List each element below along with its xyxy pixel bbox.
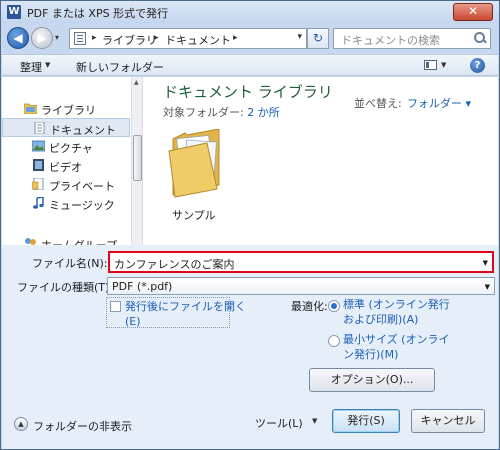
filetype-dropdown-icon[interactable]: ▼ bbox=[485, 283, 490, 291]
view-dropdown-icon[interactable]: ▼ bbox=[441, 61, 446, 69]
filename-input[interactable]: カンファレンスのご案内 ▼ bbox=[108, 251, 494, 273]
collapse-up-icon[interactable]: ▲ bbox=[14, 417, 28, 431]
save-options-panel: ファイル名(N): カンファレンスのご案内 ▼ ファイルの種類(T): PDF … bbox=[2, 245, 498, 449]
homegroup-icon bbox=[25, 238, 36, 245]
publish-button[interactable]: 発行(S) bbox=[332, 409, 400, 433]
breadcrumb-separator-icon[interactable]: ▸ bbox=[154, 33, 159, 43]
documents-icon bbox=[34, 122, 45, 134]
sidebar-item-music[interactable]: ミュージック bbox=[2, 194, 130, 213]
optimize-minimum-label[interactable]: 最小サイズ (オンライ ン発行)(M) bbox=[343, 332, 449, 362]
folder-name[interactable]: サンプル bbox=[172, 207, 216, 223]
back-button[interactable]: ◀ bbox=[7, 27, 29, 49]
search-placeholder: ドキュメントの検索 bbox=[341, 34, 440, 47]
sidebar-item-private[interactable]: プライベート bbox=[2, 175, 130, 194]
search-icon bbox=[474, 32, 485, 43]
file-list-pane: ドキュメント ライブラリ 対象フォルダー: 2 か所 並べ替え: フォルダー ▾… bbox=[142, 77, 498, 245]
breadcrumb-documents[interactable]: ドキュメント bbox=[165, 32, 231, 48]
filename-label: ファイル名(N): bbox=[32, 257, 108, 270]
folder-icon[interactable] bbox=[167, 129, 223, 199]
address-dropdown-icon[interactable]: ▾ bbox=[297, 32, 302, 42]
window-title: PDF または XPS 形式で発行 bbox=[27, 7, 169, 20]
word-app-icon: W bbox=[7, 5, 21, 19]
sidebar-item-libraries[interactable]: ライブラリ bbox=[2, 99, 130, 118]
videos-icon bbox=[33, 159, 44, 171]
view-options-icon[interactable] bbox=[424, 60, 437, 70]
library-target-info: 対象フォルダー: 2 か所 bbox=[163, 104, 280, 120]
library-title: ドキュメント ライブラリ bbox=[163, 83, 333, 101]
optimize-standard-radio[interactable] bbox=[328, 300, 340, 312]
title-bar: W PDF または XPS 形式で発行 ✕ bbox=[1, 1, 499, 23]
sidebar-item-label: ホームグループ bbox=[41, 237, 117, 245]
filename-value: カンファレンスのご案内 bbox=[114, 258, 235, 271]
private-icon bbox=[32, 178, 44, 190]
sort-by-label: 並べ替え: bbox=[354, 97, 402, 110]
cancel-button[interactable]: キャンセル bbox=[411, 409, 485, 433]
help-icon[interactable]: ? bbox=[470, 58, 485, 73]
options-button[interactable]: オプション(O)... bbox=[309, 368, 435, 392]
pictures-icon bbox=[32, 140, 45, 152]
target-folders-link[interactable]: 2 か所 bbox=[247, 106, 280, 119]
open-after-publish-option[interactable]: 発行後にファイルを開く (E) bbox=[106, 297, 246, 328]
tools-dropdown-icon[interactable]: ▼ bbox=[312, 417, 317, 425]
sidebar-item-homegroup[interactable]: ホームグループ bbox=[2, 234, 130, 245]
navigation-scrollbar[interactable]: ▲ bbox=[131, 77, 142, 245]
sidebar-item-label: ライブラリ bbox=[41, 104, 96, 117]
new-folder-button[interactable]: 新しいフォルダー bbox=[76, 59, 164, 75]
tools-button[interactable]: ツール(L) bbox=[255, 415, 303, 431]
sidebar-item-label: ピクチャ bbox=[49, 142, 93, 155]
hide-folders-button[interactable]: フォルダーの非表示 bbox=[33, 418, 132, 434]
sort-by-dropdown[interactable]: フォルダー ▾ bbox=[407, 95, 471, 111]
library-folder-icon bbox=[24, 103, 37, 114]
sidebar-item-documents[interactable]: ドキュメント bbox=[2, 118, 130, 137]
target-folders-label: 対象フォルダー: bbox=[163, 106, 248, 119]
command-toolbar: 整理 ▼ 新しいフォルダー ▼ ? bbox=[2, 54, 498, 76]
sidebar-item-label: ビデオ bbox=[49, 161, 82, 174]
optimize-minimum-radio[interactable] bbox=[328, 335, 340, 347]
music-icon bbox=[33, 197, 44, 209]
documents-location-icon bbox=[74, 32, 86, 45]
navigation-bar: ◀ ▶ ▾ ▸ ライブラリ ▸ ドキュメント ▸ ▾ ↻ ドキュメントの検索 bbox=[1, 23, 499, 53]
breadcrumb-separator-icon[interactable]: ▸ bbox=[233, 33, 238, 43]
filetype-select[interactable]: PDF (*.pdf) ▼ bbox=[107, 277, 495, 295]
filetype-label: ファイルの種類(T): bbox=[17, 281, 114, 294]
recent-locations-dropdown-icon[interactable]: ▾ bbox=[55, 33, 65, 43]
breadcrumb-libraries[interactable]: ライブラリ bbox=[102, 32, 157, 48]
organize-dropdown-icon: ▼ bbox=[45, 61, 51, 69]
address-bar[interactable]: ▸ ライブラリ ▸ ドキュメント ▸ ▾ bbox=[69, 28, 307, 49]
optimize-label: 最適化: bbox=[291, 300, 328, 313]
publish-dialog: W PDF または XPS 形式で発行 ✕ ◀ ▶ ▾ ▸ ライブラリ ▸ ドキ… bbox=[0, 0, 500, 450]
sidebar-item-label: ドキュメント bbox=[50, 124, 116, 137]
organize-button[interactable]: 整理 bbox=[20, 59, 42, 75]
breadcrumb-separator-icon[interactable]: ▸ bbox=[92, 33, 97, 43]
sidebar-item-label: プライベート bbox=[49, 180, 115, 193]
scrollbar-thumb[interactable] bbox=[133, 135, 142, 181]
scroll-up-icon[interactable]: ▲ bbox=[134, 79, 139, 86]
optimize-standard-label[interactable]: 標準 (オンライン発行 および印刷)(A) bbox=[343, 297, 450, 327]
search-input[interactable]: ドキュメントの検索 bbox=[333, 28, 491, 49]
navigation-pane: ライブラリ ドキュメント ピクチャ ビデオ プライベート ミュージック ▲ bbox=[2, 77, 142, 245]
forward-button[interactable]: ▶ bbox=[31, 27, 53, 49]
sidebar-item-label: ミュージック bbox=[49, 199, 115, 212]
refresh-button[interactable]: ↻ bbox=[307, 28, 329, 49]
close-button[interactable]: ✕ bbox=[453, 3, 493, 21]
filename-dropdown-icon[interactable]: ▼ bbox=[483, 259, 488, 267]
open-after-publish-checkbox[interactable] bbox=[110, 301, 121, 312]
open-after-publish-label[interactable]: 発行後にファイルを開く (E) bbox=[125, 299, 246, 329]
sidebar-item-videos[interactable]: ビデオ bbox=[2, 156, 130, 175]
filetype-value: PDF (*.pdf) bbox=[112, 280, 173, 293]
sidebar-item-pictures[interactable]: ピクチャ bbox=[2, 137, 130, 156]
